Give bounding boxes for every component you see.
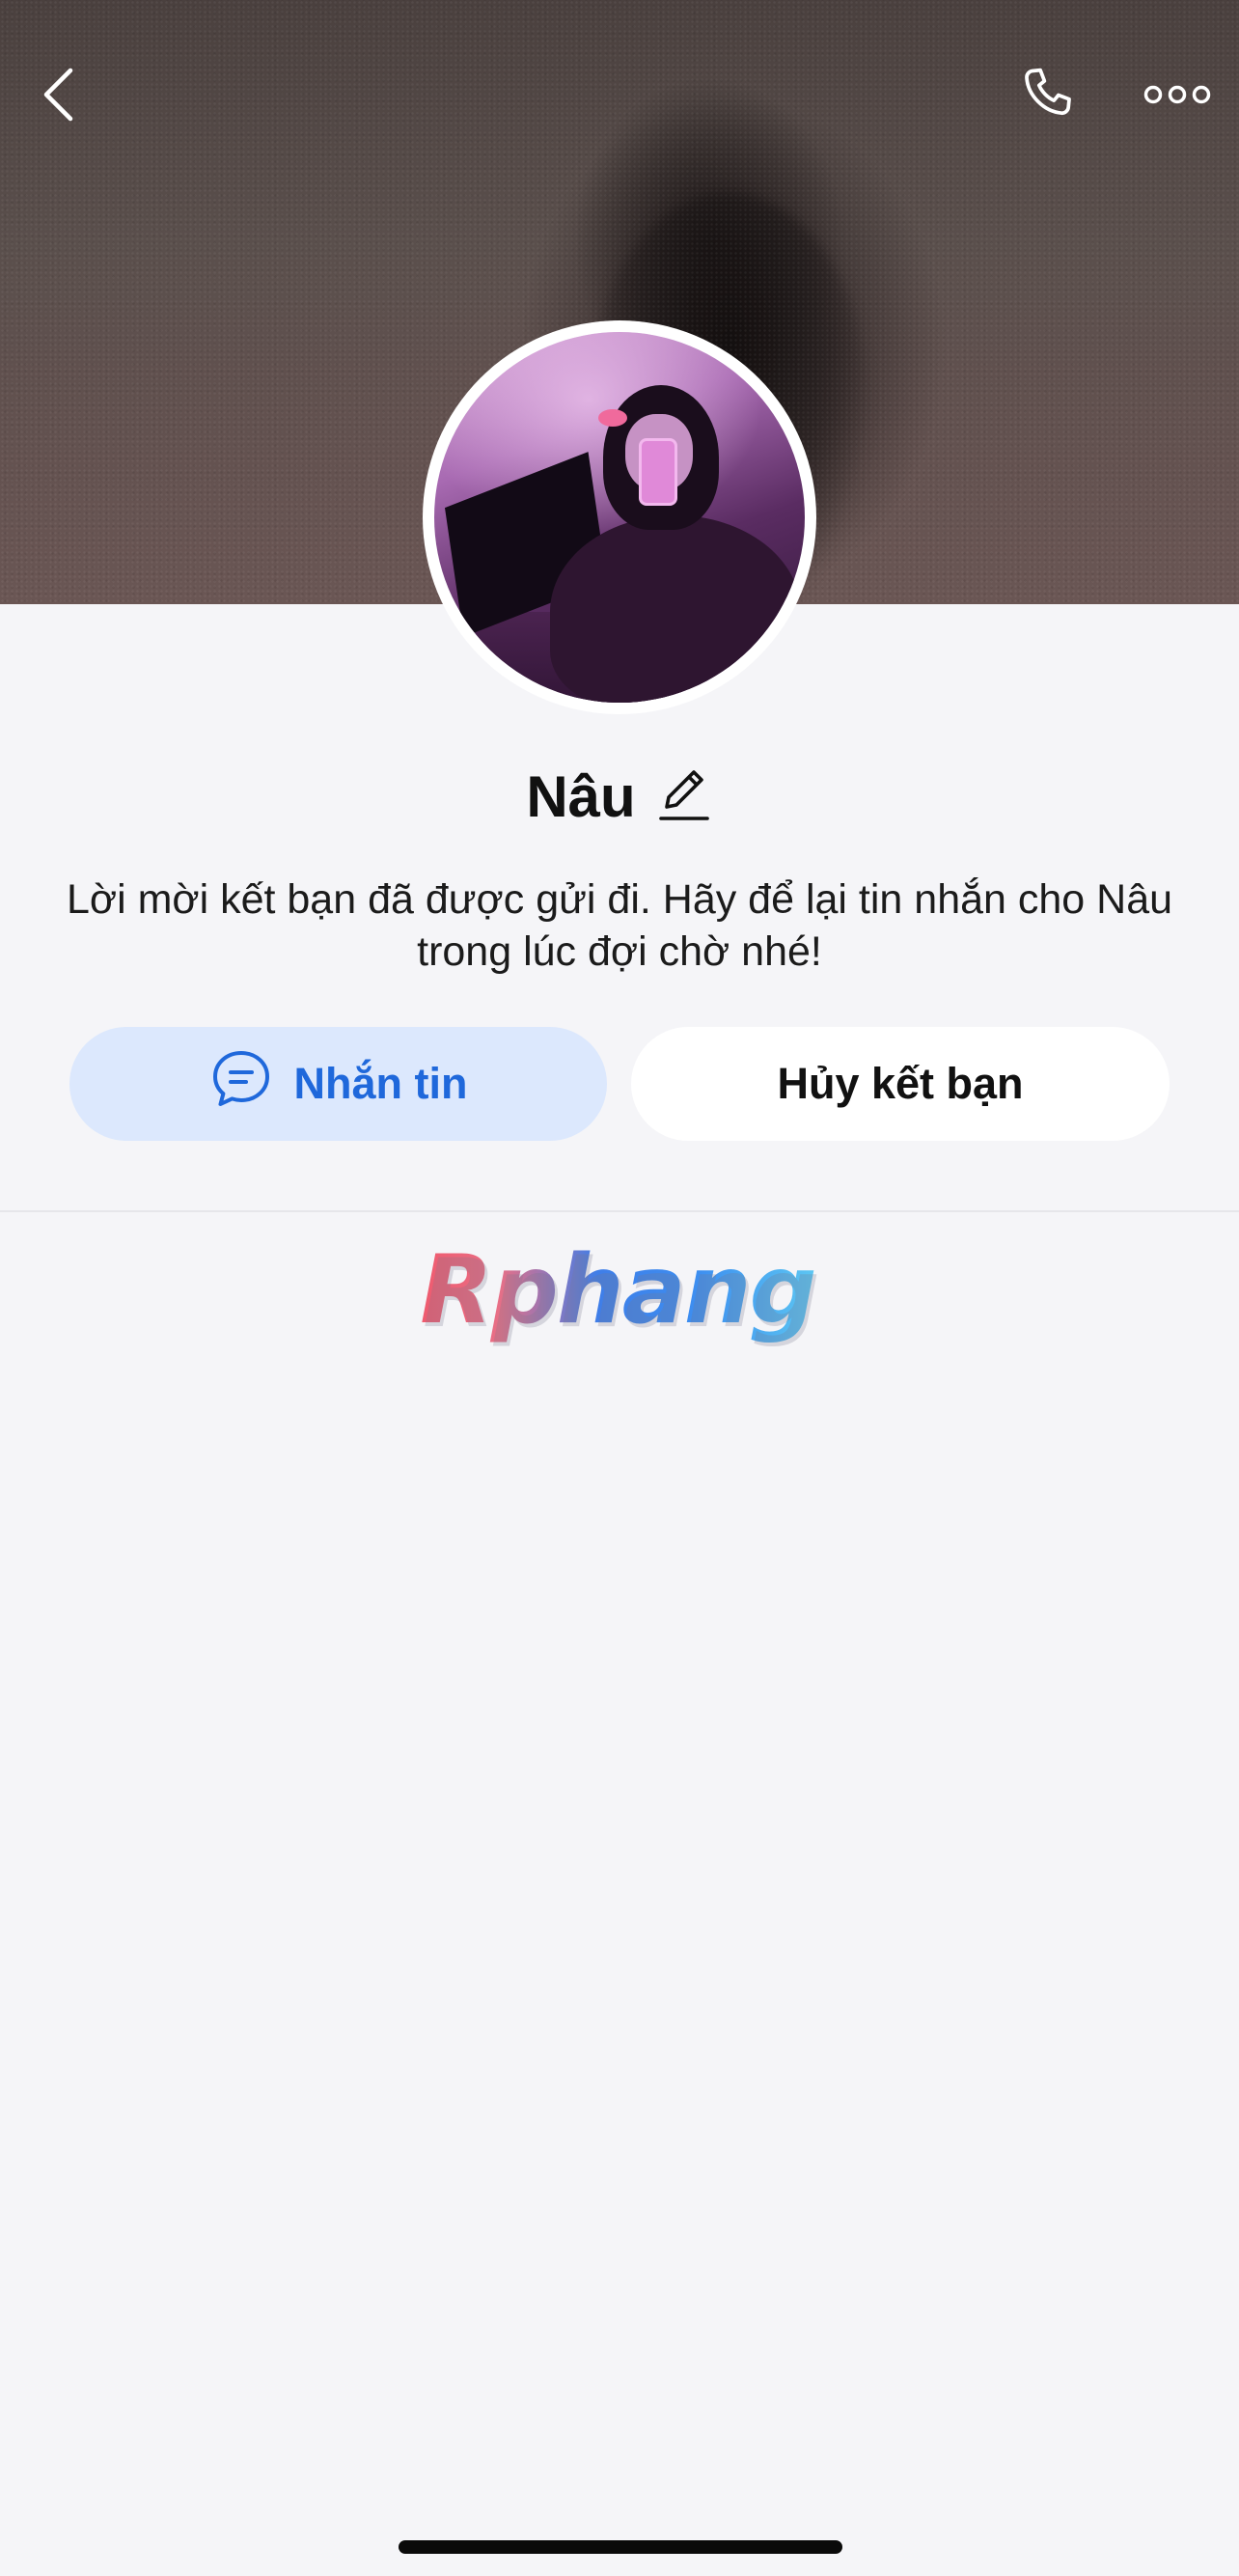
profile-screen: Nâu Lời mời kết bạn đã được gửi đi. Hãy … [0, 0, 1239, 2576]
cancel-friend-request-button[interactable]: Hủy kết bạn [631, 1027, 1170, 1141]
avatar-body [550, 515, 801, 703]
watermark-logo: Rphang [420, 1235, 816, 1345]
avatar[interactable] [423, 320, 816, 714]
message-button-label: Nhắn tin [293, 1059, 468, 1108]
phone-icon [1019, 64, 1081, 130]
edit-name-button[interactable] [655, 764, 713, 828]
section-divider [0, 1210, 1239, 1212]
back-button[interactable] [29, 58, 87, 135]
pencil-icon [657, 764, 711, 829]
more-options-button[interactable] [1139, 68, 1216, 125]
profile-name: Nâu [526, 763, 636, 829]
call-button[interactable] [1013, 60, 1087, 133]
watermark-text: Rphang [420, 1235, 816, 1345]
message-button[interactable]: Nhắn tin [69, 1027, 607, 1141]
more-horizontal-icon [1143, 83, 1211, 111]
chevron-left-icon [41, 67, 74, 127]
avatar-bow [598, 409, 627, 427]
avatar-phone [639, 438, 677, 506]
avatar-photo [434, 332, 805, 703]
friend-request-info: Lời mời kết bạn đã được gửi đi. Hãy để l… [66, 876, 1173, 975]
cancel-friend-request-label: Hủy kết bạn [777, 1059, 1024, 1108]
name-row: Nâu [0, 758, 1239, 835]
chat-bubble-icon [209, 1047, 273, 1122]
home-indicator[interactable] [399, 2540, 842, 2554]
